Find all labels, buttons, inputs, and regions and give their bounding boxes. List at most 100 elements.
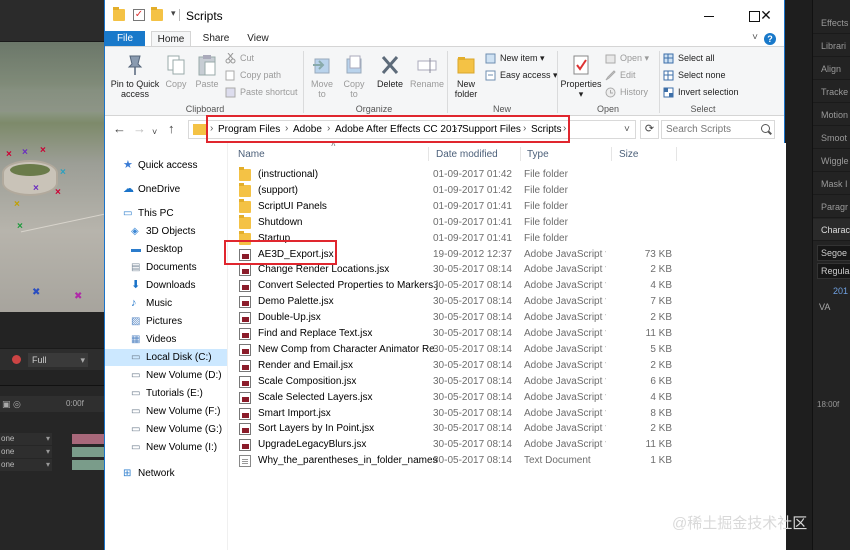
nav-item[interactable]: ▭ New Volume (F:) — [105, 403, 227, 420]
file-row[interactable]: Smart Import.jsx 30-05-2017 08:14 Adobe Ja… — [236, 406, 676, 422]
paste-button[interactable]: Paste — [193, 53, 221, 89]
font-family-field[interactable]: Segoe — [817, 245, 850, 261]
panel-tracker[interactable]: Tracke — [813, 81, 850, 103]
easy-access-button[interactable]: Easy access ▾ — [485, 68, 558, 82]
nav-item[interactable]: ▦ Videos — [105, 331, 227, 348]
forward-arrow-icon[interactable]: → — [133, 122, 146, 136]
file-row[interactable]: UpgradeLegacyBlurs.jsx 30-05-2017 08:14 Ad… — [236, 437, 676, 453]
column-header-size[interactable]: Size — [619, 149, 638, 160]
file-row[interactable]: (instructional) 01-09-2017 01:42 File fold… — [236, 167, 676, 183]
minimize-button[interactable] — [686, 0, 731, 31]
panel-motion[interactable]: Motion — [813, 104, 850, 126]
file-row[interactable]: Demo Palette.jsx 30-05-2017 08:14 Adobe Ja… — [236, 294, 676, 310]
nav-item[interactable]: ⬇ Downloads — [105, 277, 227, 294]
nav-item[interactable]: ▭ Local Disk (C:) — [105, 349, 227, 366]
recent-locations-icon[interactable]: ˅ — [152, 125, 157, 139]
address-dropdown-icon[interactable]: ˅ — [624, 124, 630, 135]
nav-item[interactable]: ♪ Music — [105, 295, 227, 312]
tab-view[interactable]: View — [243, 31, 273, 46]
copy-path-button[interactable]: Copy path — [225, 68, 281, 82]
nav-item[interactable]: ▭ This PC — [105, 205, 227, 222]
panel-wiggler[interactable]: Wiggle — [813, 150, 850, 172]
nav-item[interactable]: ▨ Pictures — [105, 313, 227, 330]
copy-button[interactable]: Copy — [163, 53, 189, 89]
layer-bar[interactable] — [72, 460, 104, 470]
file-row[interactable]: Render and Email.jsx 30-05-2017 08:14 Adob… — [236, 358, 676, 374]
file-row[interactable]: Scale Composition.jsx 30-05-2017 08:14 Ado… — [236, 374, 676, 390]
panel-effects[interactable]: Effects — [813, 12, 850, 34]
file-row[interactable]: Shutdown 01-09-2017 01:41 File folder — [236, 214, 676, 231]
file-row[interactable]: Convert Selected Properties to Markers.j… — [236, 278, 676, 294]
edit-button[interactable]: Edit — [605, 68, 636, 82]
delete-button[interactable]: Delete — [373, 53, 407, 89]
ae-composition-viewer[interactable]: × × × × × × × × ✖ ✖ — [0, 42, 104, 312]
customize-toolbar-icon[interactable]: ▾ — [171, 8, 176, 19]
file-row[interactable]: Sort Layers by In Point.jsx 30-05-2017 08… — [236, 421, 676, 437]
column-header-type[interactable]: Type — [527, 149, 549, 160]
invert-selection-button[interactable]: Invert selection — [663, 85, 739, 99]
panel-libraries[interactable]: Librari — [813, 35, 850, 57]
open-button[interactable]: Open ▾ — [605, 51, 649, 65]
tab-file[interactable]: File — [105, 31, 145, 46]
font-size-value[interactable]: 201 — [833, 286, 848, 296]
file-row[interactable]: ScriptUI Panels 01-09-2017 01:41 File fold… — [236, 198, 676, 215]
column-divider[interactable] — [611, 147, 612, 161]
column-divider[interactable] — [676, 147, 677, 161]
new-item-button[interactable]: New item ▾ — [485, 51, 545, 65]
column-header-date[interactable]: Date modified — [436, 149, 498, 160]
timeline-layer-row[interactable]: one — [0, 446, 104, 458]
nav-item[interactable]: ☁ OneDrive — [105, 181, 227, 198]
color-picker-icon[interactable] — [12, 355, 21, 364]
move-to-button[interactable]: Move to — [307, 53, 337, 99]
file-row[interactable]: Scale Selected Layers.jsx 30-05-2017 08:1… — [236, 390, 676, 406]
nav-item[interactable]: ▤ Documents — [105, 259, 227, 276]
back-arrow-icon[interactable]: ← — [113, 122, 126, 136]
panel-align[interactable]: Align — [813, 58, 850, 80]
tab-share[interactable]: Share — [198, 31, 234, 46]
nav-item[interactable]: ▭ New Volume (D:) — [105, 367, 227, 384]
up-arrow-icon[interactable]: ↑ — [168, 122, 175, 136]
nav-item[interactable]: ▬ Desktop — [105, 241, 227, 258]
nav-item[interactable]: ⊞ Network — [105, 465, 227, 482]
nav-item[interactable]: ▭ New Volume (G:) — [105, 421, 227, 438]
timeline-layer-row[interactable]: one — [0, 433, 104, 445]
properties-quick-icon[interactable]: ✓ — [133, 9, 145, 21]
column-header-name[interactable]: Name — [238, 149, 265, 160]
file-row[interactable]: Find and Replace Text.jsx 30-05-2017 08:1… — [236, 326, 676, 342]
rename-button[interactable]: Rename — [409, 53, 445, 89]
column-divider[interactable] — [520, 147, 521, 161]
search-input[interactable]: Search Scripts — [661, 120, 775, 139]
file-row[interactable]: New Comp from Character Animator Re... 30… — [236, 342, 676, 358]
tab-home[interactable]: Home — [151, 31, 191, 46]
nav-item[interactable]: ★ Quick access — [105, 157, 227, 174]
panel-paragraph[interactable]: Paragr — [813, 196, 850, 218]
select-all-button[interactable]: Select all — [663, 51, 715, 65]
panel-smoother[interactable]: Smoot — [813, 127, 850, 149]
nav-item[interactable]: ◈ 3D Objects — [105, 223, 227, 240]
close-button[interactable]: ✕ — [746, 0, 786, 31]
select-none-button[interactable]: Select none — [663, 68, 726, 82]
layer-bar[interactable] — [72, 434, 104, 444]
chevron-down-icon[interactable]: ˅ — [752, 32, 758, 43]
nav-item[interactable]: ▭ New Volume (I:) — [105, 439, 227, 456]
cut-button[interactable]: Cut — [225, 51, 254, 65]
panel-mask-interpolation[interactable]: Mask I — [813, 173, 850, 195]
paste-shortcut-button[interactable]: Paste shortcut — [225, 85, 298, 99]
file-row[interactable]: Why_the_parentheses_in_folder_names.txt 3… — [236, 453, 676, 469]
nav-item[interactable]: ▭ Tutorials (E:) — [105, 385, 227, 402]
properties-button[interactable]: Properties ▾ — [559, 53, 603, 99]
file-row[interactable]: (support) 01-09-2017 01:42 File folder — [236, 182, 676, 199]
pin-quick-access-button[interactable]: Pin to Quick access — [109, 53, 161, 99]
column-divider[interactable] — [428, 147, 429, 161]
copy-to-button[interactable]: Copy to — [339, 53, 369, 99]
help-icon[interactable]: ? — [764, 33, 776, 45]
timeline-layer-row[interactable]: one — [0, 459, 104, 471]
file-row[interactable]: Double-Up.jsx 30-05-2017 08:14 Adobe JavaS… — [236, 310, 676, 326]
new-folder-quick-icon[interactable] — [151, 7, 163, 21]
layer-bar[interactable] — [72, 447, 104, 457]
font-style-field[interactable]: Regula — [817, 263, 850, 279]
refresh-icon[interactable]: ⟳ — [640, 120, 659, 139]
new-folder-button[interactable]: New folder — [451, 53, 481, 99]
history-button[interactable]: History — [605, 85, 648, 99]
resolution-dropdown[interactable]: Full — [28, 353, 88, 367]
